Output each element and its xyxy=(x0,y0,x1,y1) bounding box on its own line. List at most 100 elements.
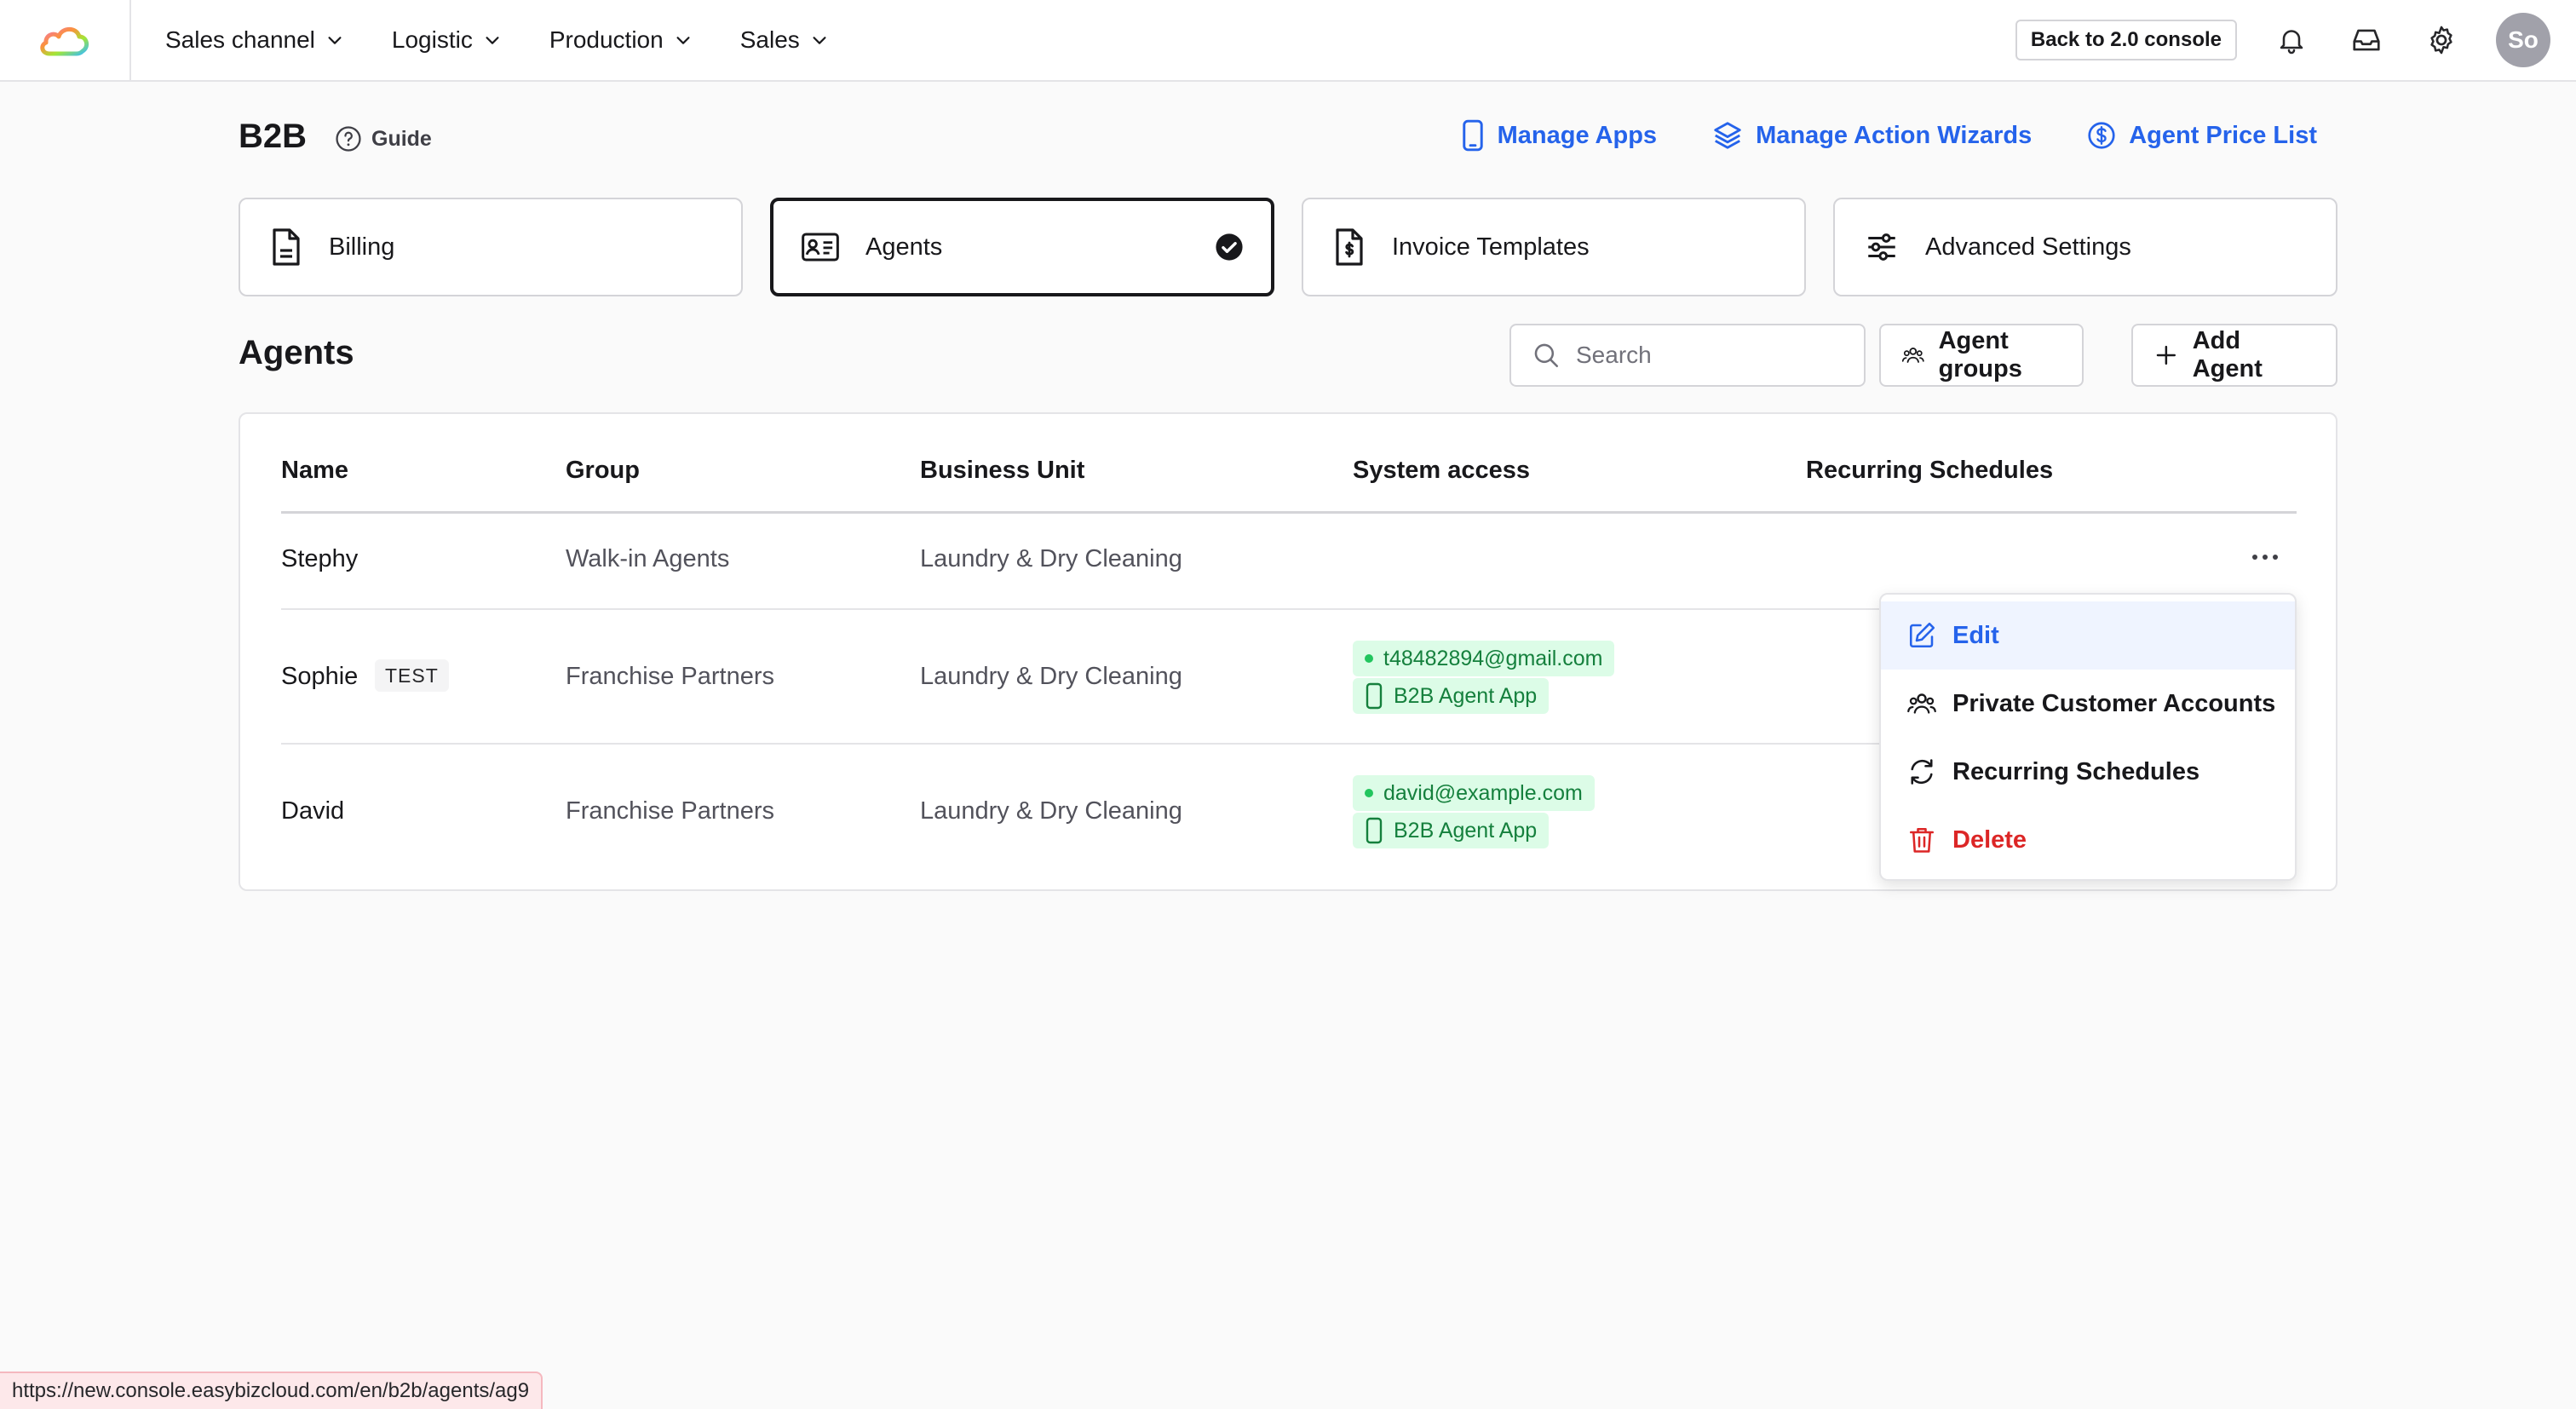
search-input[interactable] xyxy=(1576,342,1849,369)
bell-icon xyxy=(2280,30,2303,55)
header-divider xyxy=(281,511,2297,514)
menu-item-recurring-schedules[interactable]: Recurring Schedules xyxy=(1881,738,2295,806)
settings-cards: Billing Agents Invoice Templates Advance… xyxy=(239,198,2337,296)
row-actions-button[interactable] xyxy=(2251,547,2280,567)
manage-apps-link[interactable]: Manage Apps xyxy=(1460,119,1657,152)
agent-name[interactable]: Stephy xyxy=(281,545,358,573)
menu-label: Edit xyxy=(1952,621,1999,649)
column-header-system-access[interactable]: System access xyxy=(1353,457,1530,485)
manage-wizards-label: Manage Action Wizards xyxy=(1756,121,2033,149)
plus-icon xyxy=(2156,345,2176,365)
settings-button[interactable] xyxy=(2421,20,2462,60)
guide-link[interactable]: Guide xyxy=(334,124,432,153)
menu-item-delete[interactable]: Delete xyxy=(1881,806,2295,874)
access-email: t48482894@gmail.com xyxy=(1383,646,1603,670)
ellipsis-horizontal-icon xyxy=(2252,555,2278,560)
cloud-logo-icon xyxy=(40,26,89,56)
header-links: Manage Apps Manage Action Wizards Agent … xyxy=(1460,119,2317,152)
menu-label: Recurring Schedules xyxy=(1952,757,2200,785)
agent-group: Walk-in Agents xyxy=(566,545,730,572)
agent-name[interactable]: Sophie xyxy=(281,663,358,691)
email-access-badge: t48482894@gmail.com xyxy=(1353,641,1615,676)
menu-item-private-customer-accounts[interactable]: Private Customer Accounts xyxy=(1881,670,2295,738)
add-agent-button[interactable]: Add Agent xyxy=(2131,324,2337,387)
access-app: B2B Agent App xyxy=(1394,683,1538,708)
agent-price-list-link[interactable]: Agent Price List xyxy=(2086,120,2317,151)
logo[interactable] xyxy=(0,0,131,80)
chevron-down-icon xyxy=(813,37,826,44)
agent-groups-button[interactable]: Agent groups xyxy=(1879,324,2084,387)
top-bar: Sales channel Logistic Production Sales … xyxy=(0,0,2576,82)
user-avatar[interactable]: So xyxy=(2496,13,2550,67)
page-title: B2B xyxy=(239,118,308,155)
inbox-icon xyxy=(2353,29,2380,51)
sliders-icon xyxy=(1868,233,1895,261)
agent-group: Franchise Partners xyxy=(566,663,774,690)
manage-action-wizards-link[interactable]: Manage Action Wizards xyxy=(1711,119,2032,152)
column-header-group[interactable]: Group xyxy=(566,457,640,485)
column-header-business-unit[interactable]: Business Unit xyxy=(920,457,1084,485)
invoice-icon xyxy=(1336,228,1363,266)
document-icon xyxy=(273,228,300,266)
chevron-down-icon xyxy=(328,37,342,44)
chevron-down-icon xyxy=(486,37,499,44)
top-right-actions: Back to 2.0 console So xyxy=(2015,0,2550,80)
nav-label: Production xyxy=(549,26,664,53)
dollar-circle-icon xyxy=(2088,122,2115,149)
access-email: david@example.com xyxy=(1383,780,1583,805)
nav-label: Sales channel xyxy=(165,26,315,53)
trash-icon xyxy=(1909,827,1935,853)
agent-group: Franchise Partners xyxy=(566,797,774,825)
card-label: Invoice Templates xyxy=(1392,233,1590,261)
card-advanced-settings[interactable]: Advanced Settings xyxy=(1833,198,2337,296)
status-dot-icon xyxy=(1365,789,1373,797)
status-dot-icon xyxy=(1365,654,1373,663)
users-icon xyxy=(1901,348,1924,363)
gear-icon xyxy=(2430,26,2452,55)
back-to-console-button[interactable]: Back to 2.0 console xyxy=(2015,20,2237,60)
price-list-label: Agent Price List xyxy=(2129,121,2317,149)
phone-icon xyxy=(1462,119,1483,152)
phone-icon xyxy=(1366,682,1383,710)
chevron-down-icon xyxy=(676,37,690,44)
agent-business-unit: Laundry & Dry Cleaning xyxy=(920,797,1182,825)
id-card-icon xyxy=(802,233,839,262)
card-billing[interactable]: Billing xyxy=(239,198,743,296)
agent-name[interactable]: David xyxy=(281,797,344,825)
agent-groups-label: Agent groups xyxy=(1938,327,2022,382)
column-header-name[interactable]: Name xyxy=(281,457,348,485)
row-actions-menu: Edit Private Customer Accounts Recurring… xyxy=(1879,593,2297,881)
email-access-badge: david@example.com xyxy=(1353,775,1595,811)
menu-label: Private Customer Accounts xyxy=(1952,689,2276,717)
agents-title: Agents xyxy=(239,334,354,371)
card-agents[interactable]: Agents xyxy=(770,198,1274,296)
main-nav: Sales channel Logistic Production Sales xyxy=(165,0,877,80)
nav-label: Logistic xyxy=(391,26,473,53)
column-header-recurring-schedules[interactable]: Recurring Schedules xyxy=(1806,457,2053,485)
manage-apps-label: Manage Apps xyxy=(1497,121,1658,149)
app-access-badge: B2B Agent App xyxy=(1353,813,1550,848)
app-access-badge: B2B Agent App xyxy=(1353,678,1550,714)
search-box xyxy=(1509,324,1866,387)
nav-sales[interactable]: Sales xyxy=(740,26,829,54)
nav-logistic[interactable]: Logistic xyxy=(392,26,502,54)
layers-icon xyxy=(1714,122,1741,149)
phone-icon xyxy=(1366,817,1383,844)
notifications-button[interactable] xyxy=(2271,20,2312,60)
card-label: Billing xyxy=(329,233,395,261)
add-agent-label: Add Agent xyxy=(2192,327,2263,382)
menu-item-edit[interactable]: Edit xyxy=(1881,601,2295,670)
guide-label: Guide xyxy=(371,126,432,151)
search-icon xyxy=(1534,343,1559,368)
agent-business-unit: Laundry & Dry Cleaning xyxy=(920,663,1182,690)
check-circle-icon xyxy=(1216,233,1243,261)
inbox-button[interactable] xyxy=(2346,20,2387,60)
pencil-square-icon xyxy=(1909,622,1935,648)
refresh-icon xyxy=(1911,759,1933,785)
card-invoice-templates[interactable]: Invoice Templates xyxy=(1302,198,1806,296)
nav-label: Sales xyxy=(739,26,800,53)
nav-production[interactable]: Production xyxy=(549,26,693,54)
nav-sales-channel[interactable]: Sales channel xyxy=(165,26,344,54)
access-app: B2B Agent App xyxy=(1394,818,1538,843)
users-icon xyxy=(1907,693,1936,714)
